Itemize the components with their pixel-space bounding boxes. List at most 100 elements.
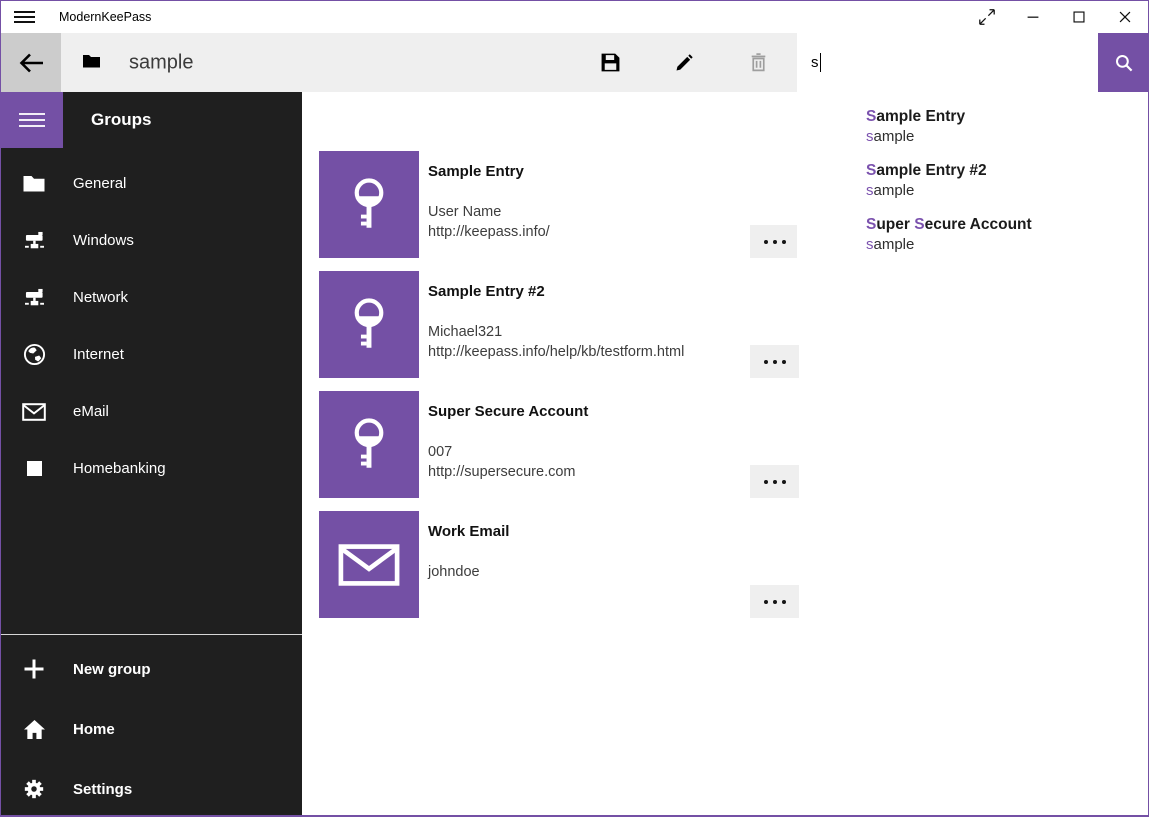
title-bar: ModernKeePass [1,1,1148,33]
ellipsis-icon [764,360,768,364]
entry-title: Sample Entry #2 [428,283,545,300]
edit-button[interactable] [647,33,721,92]
groups-header: Groups [91,92,151,148]
search-suggestion[interactable]: Sample Entry #2sample [797,155,1149,209]
globe-icon [22,343,46,366]
search-input[interactable]: s [797,33,1098,92]
sidebar-hamburger-button[interactable] [1,92,63,148]
entry-more-button[interactable] [750,465,799,498]
entry-title: Work Email [428,523,509,540]
plus-icon [22,658,46,680]
sidebar-item-internet[interactable]: Internet [1,326,302,383]
window-controls [964,1,1148,33]
sidebar-item-homebanking[interactable]: Homebanking [1,440,302,497]
sidebar-separator [1,634,302,635]
hamburger-icon [19,109,45,131]
entry-more-button[interactable] [750,345,799,378]
settings-button[interactable]: Settings [1,759,302,817]
entry-username: Michael321 [428,324,502,340]
search-button[interactable] [1098,33,1149,92]
maximize-button[interactable] [1056,1,1102,33]
search-suggestions: Sample EntrysampleSample Entry #2sampleS… [797,92,1149,277]
entry-row-super-secure-account[interactable]: Super Secure Account 007 http://supersec… [302,391,1148,498]
database-title: sample [129,51,193,74]
command-buttons [573,33,795,92]
sidebar-item-label: General [73,175,126,192]
ellipsis-icon [764,480,768,484]
entry-url: http://keepass.info/ [428,224,550,240]
app-window: ModernKeePass sample [0,0,1149,817]
square-icon [22,461,46,476]
ellipsis-icon [764,240,768,244]
delete-button[interactable] [721,33,795,92]
key-icon [348,294,390,356]
app-title: ModernKeePass [59,10,151,24]
back-arrow-icon [18,52,45,74]
sidebar-item-label: Internet [73,346,124,363]
entry-title: Super Secure Account [428,403,588,420]
search-query-text: s [811,54,819,71]
entry-row-sample-entry-2[interactable]: Sample Entry #2 Michael321 http://keepas… [302,271,1148,378]
entry-username: 007 [428,444,452,460]
entry-more-button[interactable] [750,585,799,618]
trash-icon [748,52,769,73]
key-icon [348,174,390,236]
sidebar-item-label: Home [73,721,115,738]
close-icon [1116,8,1134,26]
folder-icon [22,175,46,192]
network-computer-icon [22,231,46,250]
sidebar-item-general[interactable]: General [1,155,302,212]
hamburger-icon [14,7,35,27]
entry-tile [319,391,419,498]
entry-more-button[interactable] [750,225,799,258]
search-box: s [797,33,1149,92]
entry-row-work-email[interactable]: Work Email johndoe [302,511,1148,618]
entry-tile [319,271,419,378]
minimize-button[interactable] [1010,1,1056,33]
save-icon [600,52,621,73]
fullscreen-button[interactable] [964,1,1010,33]
titlebar-hamburger-button[interactable] [1,1,47,33]
sidebar-item-label: Windows [73,232,134,249]
new-group-button[interactable]: New group [1,639,302,699]
sidebar-actions: New group Home [1,639,302,817]
home-icon [22,719,46,740]
minimize-icon [1024,8,1042,26]
sidebar-item-network[interactable]: Network [1,269,302,326]
database-folder-icon [83,53,100,72]
sidebar-item-label: Network [73,289,128,306]
entry-username: johndoe [428,564,480,580]
suggestion-subtitle: sample [866,127,1140,147]
gear-icon [22,778,46,800]
home-button[interactable]: Home [1,699,302,759]
sidebar-item-label: New group [73,661,151,678]
magnifier-icon [1114,53,1134,73]
envelope-icon [22,403,46,421]
mail-icon [338,543,400,587]
sidebar-item-label: eMail [73,403,109,420]
sidebar-item-email[interactable]: eMail [1,383,302,440]
network-computer-icon [22,288,46,307]
maximize-icon [1070,8,1088,26]
entry-title: Sample Entry [428,163,524,180]
entry-tile [319,151,419,258]
text-caret [820,53,822,72]
save-button[interactable] [573,33,647,92]
search-suggestion[interactable]: Sample Entrysample [797,101,1149,155]
close-button[interactable] [1102,1,1148,33]
fullscreen-icon [978,8,996,26]
suggestion-title: Sample Entry [866,107,1140,127]
back-button[interactable] [1,33,61,92]
suggestion-title: Sample Entry #2 [866,161,1140,181]
sidebar-item-windows[interactable]: Windows [1,212,302,269]
suggestion-subtitle: sample [866,235,1140,255]
ellipsis-icon [764,600,768,604]
pencil-icon [674,52,695,73]
key-icon [348,414,390,476]
entry-url: http://supersecure.com [428,464,576,480]
sidebar-item-label: Settings [73,781,132,798]
entry-tile [319,511,419,618]
search-suggestion[interactable]: Super Secure Accountsample [797,209,1149,263]
sidebar: Groups General Windows Network [1,92,302,815]
suggestion-title: Super Secure Account [866,215,1140,235]
